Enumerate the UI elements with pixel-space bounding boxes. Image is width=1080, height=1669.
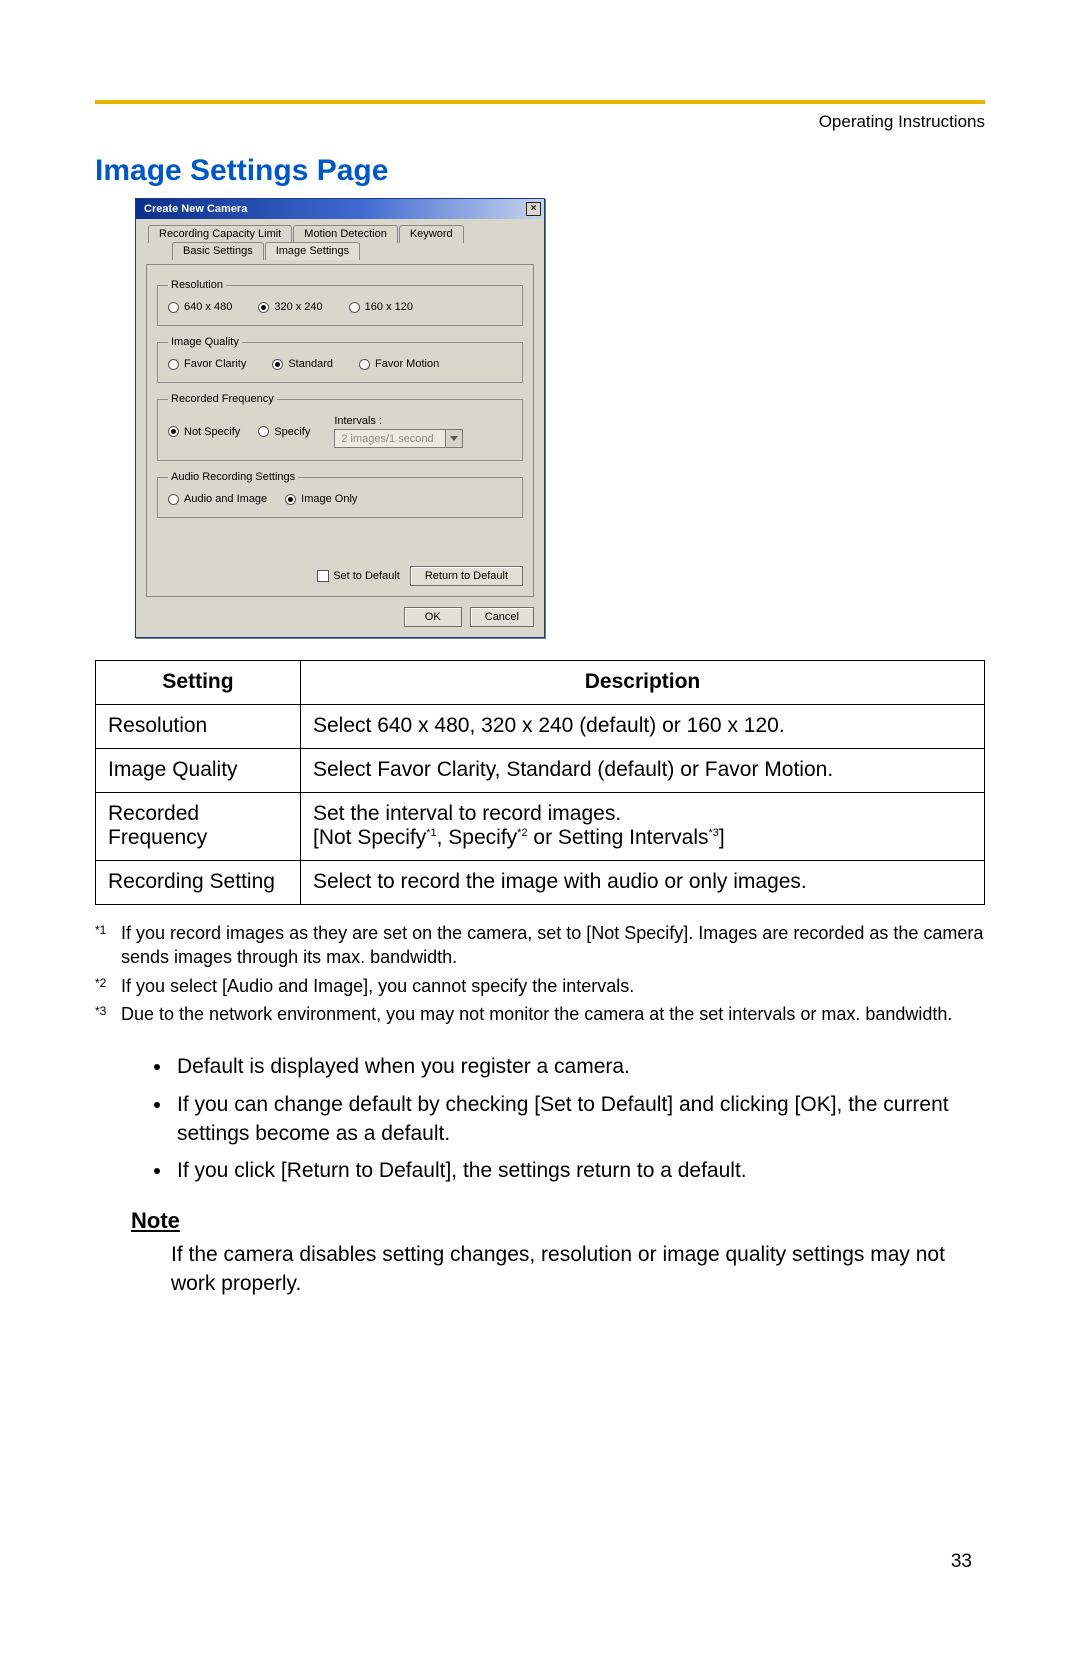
- radio-favor-clarity[interactable]: Favor Clarity: [168, 358, 246, 370]
- group-audio-recording: Audio Recording Settings Audio and Image…: [157, 471, 523, 518]
- dialog-title: Create New Camera: [144, 203, 247, 215]
- chevron-down-icon[interactable]: [445, 430, 462, 447]
- checkbox-icon: [317, 570, 329, 582]
- radio-specify[interactable]: Specify: [258, 426, 310, 438]
- group-image-quality: Image Quality Favor Clarity Standard Fav…: [157, 336, 523, 383]
- footnote: *3Due to the network environment, you ma…: [95, 1002, 985, 1026]
- dialog-titlebar[interactable]: Create New Camera ×: [136, 199, 544, 219]
- tab-panel-image-settings: Resolution 640 x 480 320 x 240 160 x 120…: [146, 264, 534, 597]
- intervals-label: Intervals :: [334, 415, 382, 427]
- intervals-value: 2 images/1 second: [335, 433, 445, 445]
- radio-audio-and-image[interactable]: Audio and Image: [168, 493, 267, 505]
- footnotes: *1If you record images as they are set o…: [95, 921, 985, 1026]
- footnote: *2If you select [Audio and Image], you c…: [95, 974, 985, 998]
- ok-button[interactable]: OK: [404, 607, 462, 627]
- footnote: *1If you record images as they are set o…: [95, 921, 985, 970]
- cell-setting: Resolution: [96, 705, 301, 749]
- tab-keyword[interactable]: Keyword: [399, 225, 464, 243]
- tab-image-settings[interactable]: Image Settings: [265, 242, 360, 260]
- table-row: Recorded Frequency Set the interval to r…: [96, 793, 985, 861]
- intervals-combo[interactable]: 2 images/1 second: [334, 429, 463, 448]
- legend-recorded-frequency: Recorded Frequency: [168, 393, 277, 405]
- cell-setting: Recorded Frequency: [96, 793, 301, 861]
- table-row: Resolution Select 640 x 480, 320 x 240 (…: [96, 705, 985, 749]
- legend-image-quality: Image Quality: [168, 336, 242, 348]
- tabstrip: Recording Capacity Limit Motion Detectio…: [146, 225, 534, 265]
- radio-320x240[interactable]: 320 x 240: [258, 301, 322, 313]
- list-item: If you click [Return to Default], the se…: [173, 1156, 985, 1185]
- list-item: Default is displayed when you register a…: [173, 1052, 985, 1081]
- group-recorded-frequency: Recorded Frequency Not Specify Specify I…: [157, 393, 523, 461]
- bullet-list: Default is displayed when you register a…: [95, 1052, 985, 1186]
- radio-image-only[interactable]: Image Only: [285, 493, 357, 505]
- group-resolution: Resolution 640 x 480 320 x 240 160 x 120: [157, 279, 523, 326]
- radio-not-specify[interactable]: Not Specify: [168, 426, 240, 438]
- list-item: If you can change default by checking [S…: [173, 1090, 985, 1149]
- tab-motion-detection[interactable]: Motion Detection: [293, 225, 398, 243]
- cell-setting: Image Quality: [96, 749, 301, 793]
- settings-table: Setting Description Resolution Select 64…: [95, 660, 985, 905]
- page-number: 33: [951, 1551, 972, 1573]
- table-row: Image Quality Select Favor Clarity, Stan…: [96, 749, 985, 793]
- header-rule: [95, 100, 985, 104]
- radio-standard[interactable]: Standard: [272, 358, 333, 370]
- cancel-button[interactable]: Cancel: [470, 607, 534, 627]
- tab-recording-capacity-limit[interactable]: Recording Capacity Limit: [148, 225, 292, 243]
- table-row: Recording Setting Select to record the i…: [96, 861, 985, 905]
- tab-basic-settings[interactable]: Basic Settings: [172, 242, 264, 260]
- radio-160x120[interactable]: 160 x 120: [349, 301, 413, 313]
- radio-640x480[interactable]: 640 x 480: [168, 301, 232, 313]
- return-to-default-button[interactable]: Return to Default: [410, 566, 523, 586]
- note-body: If the camera disables setting changes, …: [171, 1240, 961, 1299]
- note-heading: Note: [131, 1208, 985, 1234]
- close-icon[interactable]: ×: [526, 202, 541, 216]
- set-to-default-checkbox[interactable]: Set to Default: [317, 570, 400, 582]
- legend-resolution: Resolution: [168, 279, 226, 291]
- section-title: Image Settings Page: [95, 154, 985, 188]
- cell-desc: Select to record the image with audio or…: [301, 861, 985, 905]
- radio-favor-motion[interactable]: Favor Motion: [359, 358, 439, 370]
- cell-desc: Set the interval to record images. [Not …: [301, 793, 985, 861]
- create-new-camera-dialog: Create New Camera × Recording Capacity L…: [135, 198, 545, 638]
- cell-setting: Recording Setting: [96, 861, 301, 905]
- th-description: Description: [301, 661, 985, 705]
- running-header: Operating Instructions: [95, 112, 985, 132]
- cell-desc: Select 640 x 480, 320 x 240 (default) or…: [301, 705, 985, 749]
- legend-audio-recording: Audio Recording Settings: [168, 471, 298, 483]
- cell-desc: Select Favor Clarity, Standard (default)…: [301, 749, 985, 793]
- th-setting: Setting: [96, 661, 301, 705]
